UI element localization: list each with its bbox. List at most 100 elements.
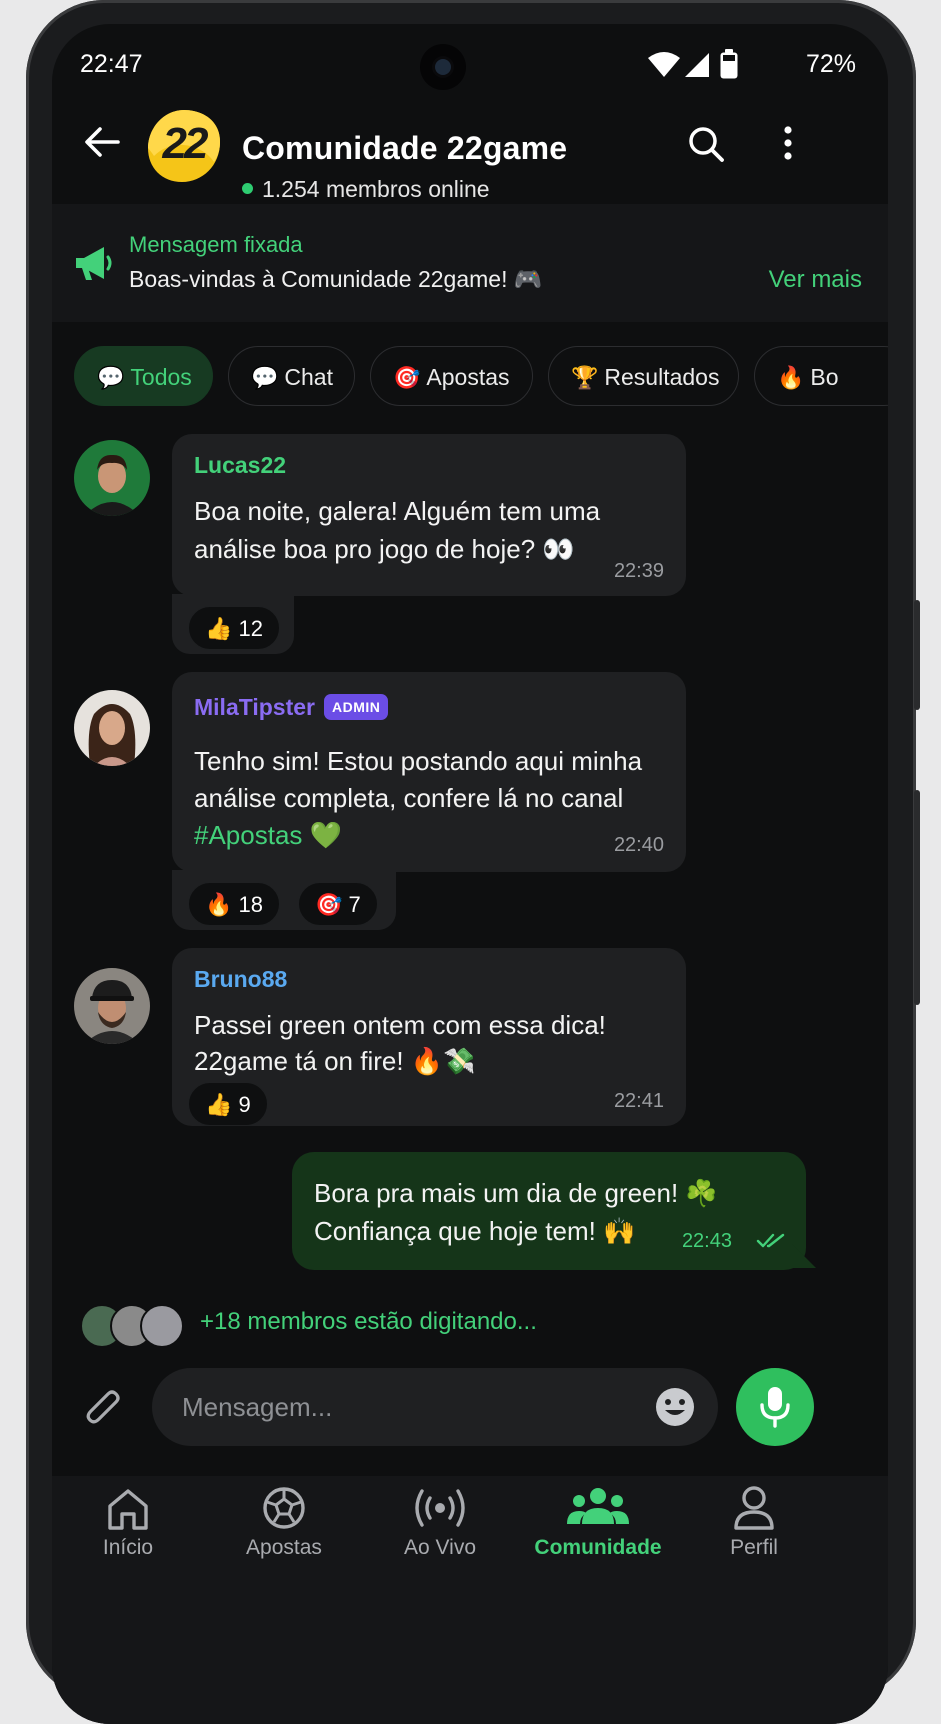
chat-header: 22 Comunidade 22game 1.254 membros onlin…: [52, 94, 888, 212]
message-line: 22game tá on fire! 🔥💸: [194, 1046, 476, 1076]
screen: 22:47 72% 22 Comunidade 22game 1.254 mem…: [52, 24, 888, 1724]
message-line: Confiança que hoje tem! 🙌: [314, 1216, 636, 1246]
reaction-count: 9: [238, 1092, 251, 1117]
filter-chips: 💬 Todos 💬 Chat 🎯 Apostas 🏆 Resultados 🔥 Bo: [52, 346, 888, 410]
signal-icon: [685, 53, 709, 77]
soccer-ball-icon: [263, 1487, 305, 1529]
message-line: Passei green ontem com essa dica!: [194, 1010, 606, 1040]
bubble-tail: [792, 1244, 816, 1268]
attachment-icon[interactable]: [84, 1386, 124, 1430]
microphone-icon: [760, 1387, 790, 1428]
message-line: análise boa pro jogo de hoje? 👀: [194, 534, 575, 564]
message-line: Bora pra mais um dia de green! ☘️: [314, 1178, 718, 1208]
message-bubble[interactable]: MilaTipster ADMIN Tenho sim! Estou posta…: [172, 672, 686, 872]
profile-icon: [734, 1486, 774, 1530]
thumbs-up-icon: 👍: [205, 616, 233, 641]
battery-percent: 72%: [805, 50, 856, 78]
hashtag-link[interactable]: #Apostas: [194, 820, 302, 850]
reaction-thumbs-up[interactable]: 👍 12: [188, 606, 281, 650]
typing-avatars: [80, 1304, 184, 1348]
community-icon: [567, 1488, 629, 1524]
message-time: 22:40: [613, 834, 664, 856]
chip-chat[interactable]: 💬 Chat: [228, 346, 355, 406]
message-username[interactable]: MilaTipster: [194, 694, 315, 721]
online-count: 1.254 membros online: [242, 176, 490, 203]
online-text: 1.254 membros online: [262, 176, 490, 202]
thumbs-up-icon: 👍: [205, 1092, 233, 1117]
reaction-thumbs-up[interactable]: 👍 9: [188, 1082, 268, 1126]
reaction-count: 12: [238, 616, 264, 641]
microphone-button[interactable]: [736, 1368, 814, 1446]
pinned-text: Boas-vindas à Comunidade 22game! 🎮: [129, 266, 543, 292]
message-time: 22:39: [613, 560, 664, 582]
pinned-label: Mensagem fixada: [129, 232, 303, 257]
status-time: 22:47: [80, 50, 143, 78]
broadcast-icon: [415, 1489, 465, 1527]
chip-label: Apostas: [426, 364, 510, 390]
power-button: [914, 790, 920, 1005]
home-icon: [108, 1489, 148, 1530]
online-dot: [242, 183, 253, 195]
message-line: Boa noite, galera! Alguém tem uma: [194, 496, 601, 526]
message-time: 22:43: [681, 1230, 732, 1252]
chip-label: Resultados: [604, 364, 720, 390]
back-arrow-icon[interactable]: [82, 122, 122, 162]
wifi-icon: [648, 52, 680, 77]
typing-indicator: +18 membros estão digitando...: [200, 1308, 537, 1335]
nav-label: Início: [102, 1536, 154, 1559]
message-placeholder: Mensagem...: [182, 1392, 333, 1422]
chip-label: Todos: [130, 364, 192, 390]
chip-todos[interactable]: 💬 Todos: [74, 346, 213, 406]
front-camera: [420, 44, 466, 90]
reaction-target[interactable]: 🎯 7: [298, 882, 378, 926]
emoji-icon[interactable]: [654, 1386, 696, 1428]
chip-label: Bo: [810, 364, 839, 390]
pinned-message[interactable]: Mensagem fixada Boas-vindas à Comunidade…: [52, 204, 888, 322]
message-time: 22:41: [613, 1090, 664, 1112]
volume-button: [914, 600, 920, 710]
message-line: análise completa, confere lá no canal: [194, 783, 624, 813]
status-bar: 22:47 72%: [52, 24, 888, 94]
message-username[interactable]: Lucas22: [194, 452, 286, 479]
nav-label: Perfil: [730, 1536, 778, 1559]
bottom-navigation: Início Apostas Ao Vivo Comunidade Perfil: [52, 1476, 888, 1724]
message-username[interactable]: Bruno88: [194, 966, 287, 993]
nav-label: Comunidade: [534, 1536, 662, 1559]
nav-label: Ao Vivo: [404, 1536, 476, 1559]
double-check-icon: [756, 1233, 785, 1248]
chat-bubble-icon: 💬: [97, 365, 125, 390]
target-icon: 🎯: [393, 365, 421, 390]
trophy-icon: 🏆: [571, 365, 599, 390]
chat-bubble-icon: 💬: [251, 365, 279, 390]
target-icon: 🎯: [315, 892, 343, 917]
megaphone-icon: [76, 247, 112, 280]
fire-icon: 🔥: [205, 892, 233, 917]
message-emoji: 💚: [302, 820, 343, 850]
message-line: #Apostas 💚: [194, 816, 342, 854]
message-bubble[interactable]: Lucas22 Boa noite, galera! Alguém tem um…: [172, 434, 686, 596]
reaction-fire[interactable]: 🔥 18: [188, 882, 281, 926]
message-line: Tenho sim! Estou postando aqui minha: [194, 746, 643, 776]
group-logo: 22: [144, 106, 224, 186]
group-title: Comunidade 22game: [242, 130, 568, 166]
avatar[interactable]: [74, 968, 150, 1044]
chip-resultados[interactable]: 🏆 Resultados: [548, 346, 739, 406]
avatar[interactable]: [74, 690, 150, 766]
fire-icon: 🔥: [777, 365, 805, 390]
outgoing-message-bubble[interactable]: Bora pra mais um dia de green! ☘️ Confia…: [292, 1152, 806, 1270]
nav-label: Apostas: [246, 1536, 322, 1559]
chip-bonus[interactable]: 🔥 Bo: [754, 346, 888, 406]
more-options-icon[interactable]: [778, 124, 798, 164]
reaction-count: 18: [238, 892, 264, 917]
chip-apostas[interactable]: 🎯 Apostas: [370, 346, 533, 406]
avatar[interactable]: [74, 440, 150, 516]
avatar: [140, 1304, 184, 1348]
logo-text: 22: [162, 119, 209, 168]
see-more-link[interactable]: Ver mais: [769, 266, 862, 294]
message-input[interactable]: Mensagem...: [152, 1368, 718, 1446]
battery-icon: [720, 49, 738, 79]
reaction-count: 7: [348, 892, 361, 917]
chip-label: Chat: [284, 364, 333, 390]
search-icon[interactable]: [686, 124, 726, 164]
admin-badge: ADMIN: [324, 694, 389, 720]
